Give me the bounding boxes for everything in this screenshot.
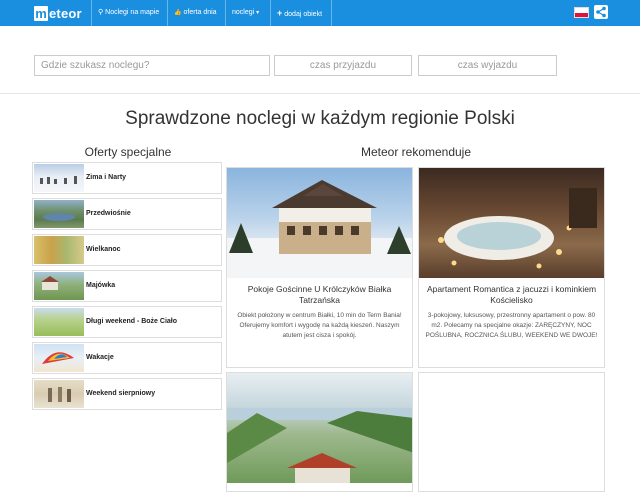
- polish-flag-icon[interactable]: [574, 7, 589, 18]
- share-icon[interactable]: [594, 5, 608, 19]
- search-input[interactable]: Gdzie szukasz noclegu?: [34, 55, 270, 76]
- nav-map-label: Noclegi na mapie: [105, 9, 160, 16]
- offer-label: Wielkanoc: [86, 246, 121, 253]
- nav-divider: [331, 0, 332, 26]
- listing-photo: [227, 168, 412, 278]
- map-marker-icon: ⚲: [98, 9, 104, 16]
- offer-item-easter[interactable]: Wielkanoc: [32, 234, 222, 266]
- nav-offer-label: oferta dnia: [183, 9, 217, 16]
- offer-label: Wakacje: [86, 354, 114, 361]
- offer-thumbnail: [34, 164, 84, 192]
- offer-item-corpus-christi[interactable]: Długi weekend - Boże Ciało: [32, 306, 222, 338]
- nav-noclegi-label: noclegi: [232, 9, 255, 16]
- meteor-logo[interactable]: m eteor: [34, 5, 82, 21]
- checkout-date-input[interactable]: czas wyjazdu: [418, 55, 557, 76]
- nav-map-link[interactable]: ⚲ Noclegi na mapie: [91, 0, 165, 26]
- offer-thumbnail: [34, 272, 84, 300]
- listing-title[interactable]: Pokoje Gościnne U Królczyków Białka Tatr…: [231, 284, 408, 306]
- listing-card[interactable]: Pokoje Gościnne U Królczyków Białka Tatr…: [226, 167, 413, 368]
- offer-item-may-weekend[interactable]: Majówka: [32, 270, 222, 302]
- offer-label: Przedwiośnie: [86, 210, 131, 217]
- offer-label: Majówka: [86, 282, 116, 289]
- offer-thumbnail: [34, 200, 84, 228]
- listing-card[interactable]: Apartament Romantica z jacuzzi i kominki…: [418, 167, 605, 368]
- nav-add-listing-link[interactable]: + dodaj obiekt: [270, 0, 328, 26]
- logo-mark: m: [34, 5, 48, 21]
- nav-add-label: dodaj obiekt: [284, 11, 323, 18]
- offer-label: Zima i Narty: [86, 174, 127, 181]
- offer-thumbnail: [34, 344, 84, 372]
- offer-item-august-weekend[interactable]: Weekend sierpniowy: [32, 378, 222, 410]
- logo-wordmark: eteor: [49, 5, 82, 21]
- listing-photo: [419, 168, 604, 278]
- listing-title[interactable]: Apartament Romantica z jacuzzi i kominki…: [423, 284, 600, 306]
- listing-card-placeholder[interactable]: [418, 372, 605, 492]
- listing-photo: [227, 373, 412, 483]
- offer-item-winter[interactable]: Zima i Narty: [32, 162, 222, 194]
- offer-label: Długi weekend - Boże Ciało: [86, 318, 178, 325]
- listing-description: Obiekt położony w centrum Białki, 10 min…: [237, 312, 402, 339]
- checkin-date-input[interactable]: czas przyjazdu: [274, 55, 412, 76]
- nav-noclegi-dropdown[interactable]: noclegi ▾: [225, 0, 265, 26]
- thumbs-up-icon: 👍: [174, 10, 182, 16]
- listing-description: 3-pokojowy, luksusowy, przestronny apart…: [425, 312, 598, 339]
- listing-card[interactable]: [226, 372, 413, 492]
- special-offers-heading: Oferty specjalne: [84, 145, 172, 159]
- recommend-heading: Meteor rekomenduje: [360, 145, 472, 159]
- offer-thumbnail: [34, 308, 84, 336]
- plus-icon: +: [277, 8, 283, 18]
- page-headline: Sprawdzone noclegi w każdym regionie Pol…: [125, 108, 515, 129]
- chevron-down-icon: ▾: [256, 10, 260, 16]
- offer-thumbnail: [34, 380, 84, 408]
- offer-item-early-spring[interactable]: Przedwiośnie: [32, 198, 222, 230]
- offer-thumbnail: [34, 236, 84, 264]
- offer-item-summer[interactable]: Wakacje: [32, 342, 222, 374]
- offer-label: Weekend sierpniowy: [86, 390, 156, 397]
- nav-offer-of-day-link[interactable]: 👍 oferta dnia: [167, 0, 223, 26]
- top-navbar: m eteor ⚲ Noclegi na mapie 👍 oferta dnia n…: [0, 0, 640, 26]
